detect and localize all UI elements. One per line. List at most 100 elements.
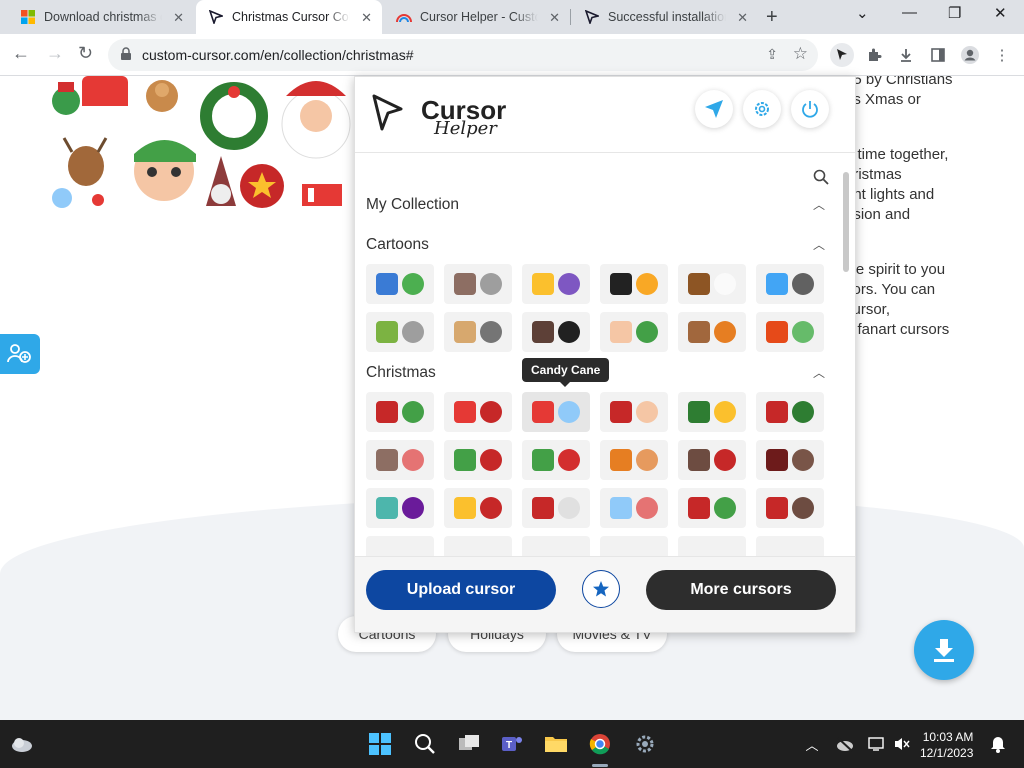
cursor-tile[interactable] [756,488,824,528]
search-icon[interactable] [413,732,437,756]
task-view-icon[interactable] [457,732,481,756]
close-tab-icon[interactable]: ✕ [737,10,748,26]
more-cursors-button[interactable]: More cursors [646,570,836,610]
cursor-tile[interactable] [756,536,824,556]
cursor-tile[interactable] [366,488,434,528]
cursor-tile[interactable] [522,312,590,352]
favorites-button[interactable] [582,570,620,608]
chevron-up-icon[interactable]: ︿ [813,236,825,253]
section-title-cartoons[interactable]: Cartoons [366,236,429,254]
cursor-tile[interactable] [444,264,512,304]
lock-icon[interactable] [120,47,132,66]
download-fab-button[interactable] [914,620,974,680]
forward-button[interactable]: → [46,43,64,64]
cursor-tile[interactable] [756,440,824,480]
cursor-tile[interactable] [366,264,434,304]
collection-scroll-area[interactable]: My Collection ︿ Cartoons ︿ Christmas ︿ C… [355,154,843,556]
cursor-tile[interactable] [756,312,824,352]
settings-gear-icon[interactable] [633,732,657,756]
pointer-thumbnail-icon [480,449,502,471]
cursor-tile[interactable] [522,536,590,556]
chrome-icon[interactable] [588,732,612,756]
cursor-tile[interactable] [600,536,668,556]
back-button[interactable]: ← [12,43,30,64]
cursor-tile[interactable] [522,440,590,480]
cursor-tile[interactable] [678,536,746,556]
cursor-tile[interactable] [678,392,746,432]
taskbar-clock[interactable]: 10:03 AM 12/1/2023 [920,729,973,761]
teams-icon[interactable]: T [500,732,524,756]
volume-muted-icon[interactable] [890,732,914,756]
menu-kebab-icon[interactable]: ⋮ [992,45,1012,65]
cursor-tile[interactable] [366,392,434,432]
cursor-tile[interactable] [600,440,668,480]
start-button[interactable] [368,732,392,756]
reload-button[interactable]: ↻ [78,43,93,64]
cursor-tile[interactable] [522,264,590,304]
share-icon[interactable]: ⇪ [766,46,778,63]
bookmark-star-icon[interactable]: ☆ [793,44,808,64]
cursor-tile[interactable] [678,488,746,528]
restore-button[interactable]: ❐ [948,4,961,22]
cursor-tile[interactable] [522,392,590,432]
notification-bell-icon[interactable] [986,732,1010,756]
cursor-tile[interactable] [366,440,434,480]
cursor-tile[interactable] [678,440,746,480]
section-title-christmas[interactable]: Christmas [366,364,436,382]
close-window-button[interactable]: ✕ [994,4,1007,22]
close-tab-icon[interactable]: ✕ [549,10,560,26]
chevron-up-icon[interactable]: ︿ [813,196,825,213]
cursor-tile[interactable] [600,312,668,352]
file-explorer-icon[interactable] [544,732,568,756]
popup-footer: Upload cursor More cursors [355,556,855,632]
cursor-tile[interactable] [444,488,512,528]
cursor-tile[interactable] [600,392,668,432]
chevron-up-icon[interactable]: ︿ [813,364,825,381]
pointer-thumbnail-icon [558,449,580,471]
extensions-puzzle-icon[interactable] [864,45,884,65]
cursor-tile[interactable] [444,392,512,432]
cursor-thumbnail-icon [532,497,554,519]
cursor-tile[interactable] [366,536,434,556]
search-icon[interactable] [813,169,829,190]
logo-subtitle: Helper [434,118,497,139]
power-button[interactable] [791,90,829,128]
weather-icon[interactable] [10,732,34,756]
download-icon[interactable] [896,45,916,65]
power-icon [802,101,818,118]
tab-download-christmas[interactable]: Download christmas cursors ✕ [8,0,194,34]
cloud-offline-icon[interactable] [833,732,857,756]
new-tab-button[interactable]: + [766,6,778,29]
cursor-tile[interactable] [444,536,512,556]
network-icon[interactable] [865,732,889,756]
minimize-button[interactable]: — [902,4,917,21]
side-panel-icon[interactable] [928,45,948,65]
close-tab-icon[interactable]: ✕ [173,10,184,26]
address-bar[interactable]: custom-cursor.com/en/collection/christma… [108,39,818,71]
my-collection-heading[interactable]: My Collection [366,196,459,214]
settings-button[interactable] [743,90,781,128]
cursor-tile[interactable] [522,488,590,528]
tray-overflow-chevron-icon[interactable]: ︿ [800,732,824,756]
community-button[interactable] [0,334,40,374]
tab-search-chevron-icon[interactable]: ⌄ [856,4,869,22]
cursor-helper-extension-icon[interactable] [830,43,854,67]
cursor-tile[interactable] [756,264,824,304]
cursor-thumbnail-icon [766,401,788,423]
cursor-tile[interactable] [444,440,512,480]
profile-avatar-icon[interactable] [960,45,980,65]
close-tab-icon[interactable]: ✕ [361,10,372,26]
tab-successful-installation[interactable]: Successful installation ✕ [572,0,758,34]
cursor-tile[interactable] [756,392,824,432]
tab-christmas-cursor-collection[interactable]: Christmas Cursor Collection ✕ [196,0,382,34]
popup-scrollbar[interactable] [843,172,849,272]
tab-cursor-helper[interactable]: Cursor Helper - Custom Cursor ✕ [384,0,570,34]
cursor-tile[interactable] [678,264,746,304]
upload-cursor-button[interactable]: Upload cursor [366,570,556,610]
cursor-tile[interactable] [600,488,668,528]
cursor-tile[interactable] [678,312,746,352]
cursor-tile[interactable] [600,264,668,304]
cursor-tile[interactable] [366,312,434,352]
cursor-tile[interactable] [444,312,512,352]
cursor-mode-button[interactable] [695,90,733,128]
